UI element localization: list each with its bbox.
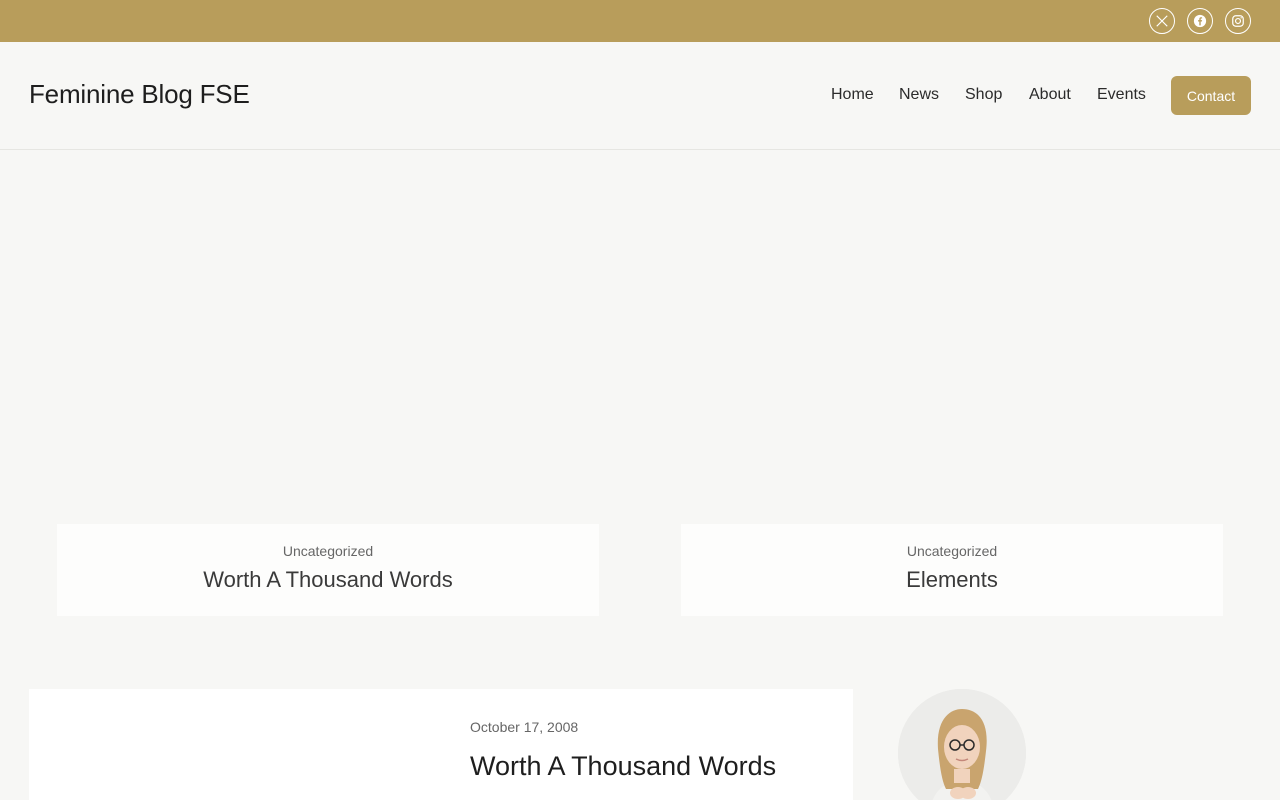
x-icon (1156, 15, 1168, 27)
nav-news[interactable]: News (899, 86, 939, 104)
card-category[interactable]: Uncategorized (57, 543, 599, 559)
author-portrait-icon (898, 689, 1026, 800)
post-title[interactable]: Worth A Thousand Words (470, 751, 776, 782)
featured-card[interactable]: Uncategorized Elements (681, 524, 1223, 616)
post-date: October 17, 2008 (470, 719, 579, 735)
nav-home[interactable]: Home (831, 86, 874, 104)
instagram-social-link[interactable] (1225, 8, 1251, 34)
nav-shop[interactable]: Shop (965, 86, 1002, 104)
facebook-social-link[interactable] (1187, 8, 1213, 34)
x-social-link[interactable] (1149, 8, 1175, 34)
nav-events[interactable]: Events (1097, 86, 1146, 104)
top-bar (0, 0, 1280, 42)
facebook-icon (1193, 14, 1207, 28)
card-title[interactable]: Worth A Thousand Words (57, 567, 599, 593)
instagram-icon (1232, 15, 1244, 27)
site-header: Feminine Blog FSE Home News Shop About E… (0, 42, 1280, 150)
card-title[interactable]: Elements (681, 567, 1223, 593)
author-avatar (898, 689, 1026, 800)
card-category[interactable]: Uncategorized (681, 543, 1223, 559)
site-title[interactable]: Feminine Blog FSE (29, 79, 250, 110)
contact-button[interactable]: Contact (1171, 76, 1251, 115)
featured-card[interactable]: Uncategorized Worth A Thousand Words (57, 524, 599, 616)
nav-about[interactable]: About (1029, 86, 1071, 104)
post-card: October 17, 2008 Worth A Thousand Words (29, 689, 853, 800)
